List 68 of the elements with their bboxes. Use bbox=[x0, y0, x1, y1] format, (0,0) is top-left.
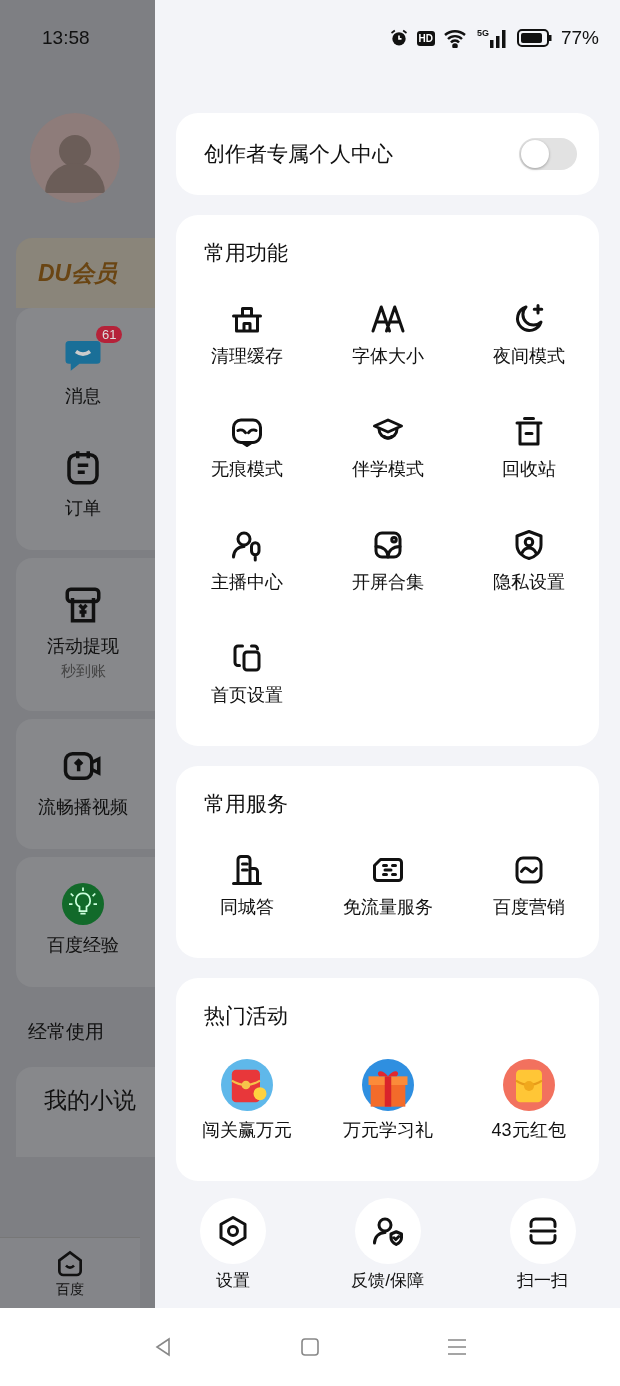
feature-label: 隐私设置 bbox=[492, 571, 565, 593]
feature-item[interactable]: 万元学习礼 bbox=[317, 1059, 458, 1141]
feature-label: 字体大小 bbox=[351, 345, 424, 367]
shortcut-item[interactable]: 61 消息 bbox=[16, 326, 150, 408]
feature-label: 开屏合集 bbox=[351, 571, 424, 593]
bottom-tab[interactable]: 百度 bbox=[0, 1237, 140, 1308]
feature-item[interactable]: 伴学模式 bbox=[317, 414, 458, 480]
shortcut-label: 流畅播视频 bbox=[38, 796, 128, 819]
feature-item[interactable]: 回收站 bbox=[458, 414, 599, 480]
feature-item[interactable]: 无痕模式 bbox=[176, 414, 317, 480]
home-button-icon[interactable] bbox=[298, 1335, 322, 1359]
feature-label: 首页设置 bbox=[210, 684, 283, 706]
money-envelope-icon bbox=[502, 1059, 555, 1111]
battery-percent: 77% bbox=[560, 27, 599, 49]
shortcut-label: 消息 bbox=[65, 385, 101, 408]
shortcut-item[interactable]: 订单 bbox=[16, 438, 150, 520]
alarm-icon bbox=[388, 28, 409, 48]
hd-badge: HD bbox=[416, 30, 435, 46]
section-title: 常用服务 bbox=[204, 791, 289, 817]
feature-label: 清理缓存 bbox=[210, 345, 283, 367]
feature-item[interactable]: 夜间模式 bbox=[458, 301, 599, 367]
feature-item[interactable]: 开屏合集 bbox=[317, 527, 458, 593]
shortcut-label: 活动提现 bbox=[47, 635, 119, 658]
lightbulb-icon bbox=[62, 883, 104, 925]
section-title: 热门活动 bbox=[204, 1003, 289, 1029]
membership-logo: DU会员 bbox=[38, 259, 118, 288]
feature-label: 43元红包 bbox=[491, 1119, 566, 1141]
feature-label: 回收站 bbox=[501, 458, 556, 480]
shortcut-item[interactable]: 流畅播视频 bbox=[16, 737, 150, 819]
feature-label: 百度营销 bbox=[492, 896, 565, 918]
signal-icon bbox=[488, 28, 509, 48]
status-time: 13:58 bbox=[42, 26, 90, 50]
feature-item[interactable]: 闯关赢万元 bbox=[176, 1059, 317, 1141]
feature-item[interactable]: 免流量服务 bbox=[317, 852, 458, 918]
feature-label: 无痕模式 bbox=[210, 458, 283, 480]
gift-icon bbox=[361, 1059, 414, 1111]
feature-label: 免流量服务 bbox=[342, 896, 433, 918]
count-badge: 61 bbox=[96, 326, 123, 343]
feature-item[interactable]: 主播中心 bbox=[176, 527, 317, 593]
shortcut-item[interactable]: 百度经验 bbox=[16, 875, 150, 957]
action-label: 设置 bbox=[215, 1270, 250, 1292]
feature-item[interactable]: 百度营销 bbox=[458, 852, 599, 918]
novel-card[interactable]: 我的小说 bbox=[16, 1067, 155, 1157]
feature-label: 伴学模式 bbox=[351, 458, 424, 480]
feature-label: 夜间模式 bbox=[492, 345, 565, 367]
feature-item[interactable]: 43元红包 bbox=[458, 1059, 599, 1141]
envelope-icon bbox=[220, 1059, 273, 1111]
feature-item[interactable]: 隐私设置 bbox=[458, 527, 599, 593]
feature-label: 同城答 bbox=[219, 896, 274, 918]
battery-icon bbox=[516, 28, 553, 48]
shortcut-label: 百度经验 bbox=[47, 934, 119, 957]
network-label: 5G bbox=[476, 28, 489, 38]
feature-label: 万元学习礼 bbox=[342, 1119, 433, 1141]
shortcut-label: 订单 bbox=[65, 497, 101, 520]
shortcut-sublabel: 秒到账 bbox=[60, 662, 106, 681]
toggle-switch[interactable] bbox=[519, 138, 577, 170]
section-title: 常用功能 bbox=[204, 240, 289, 266]
feature-item[interactable]: 清理缓存 bbox=[176, 301, 317, 367]
toggle-label: 创作者专属个人中心 bbox=[204, 141, 393, 167]
feature-item[interactable]: 首页设置 bbox=[176, 640, 317, 706]
feature-label: 主播中心 bbox=[210, 571, 283, 593]
feature-item[interactable]: 同城答 bbox=[176, 852, 317, 918]
shortcut-item[interactable]: 活动提现 秒到账 bbox=[16, 576, 150, 681]
feature-label: 闯关赢万元 bbox=[201, 1119, 292, 1141]
action-label: 反馈/保障 bbox=[351, 1270, 424, 1292]
section-title: 经常使用 bbox=[28, 1020, 105, 1044]
feature-item[interactable]: 字体大小 bbox=[317, 301, 458, 367]
action-label: 扫一扫 bbox=[517, 1270, 568, 1292]
